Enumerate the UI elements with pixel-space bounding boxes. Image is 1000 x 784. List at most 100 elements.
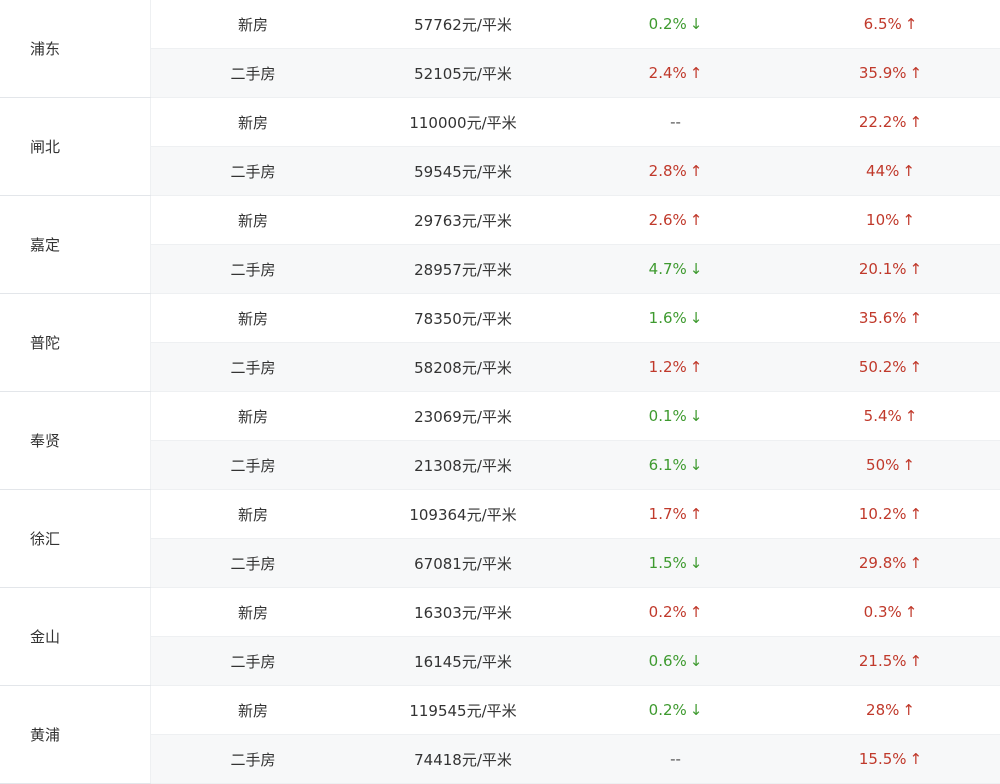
yoy-change-cell: 6.5%↑ xyxy=(781,0,1000,49)
yoy-change-cell: 10.2%↑ xyxy=(781,490,1000,539)
district-cell: 嘉定 xyxy=(0,196,150,294)
table-row: 二手房21308元/平米6.1%↓50%↑ xyxy=(0,441,1000,490)
housing-type-cell: 新房 xyxy=(150,294,356,343)
table-row: 二手房59545元/平米2.8%↑44%↑ xyxy=(0,147,1000,196)
arrow-up-icon: ↑ xyxy=(902,701,915,719)
yoy-change-value: 35.9% xyxy=(859,64,907,82)
table-row: 二手房16145元/平米0.6%↓21.5%↑ xyxy=(0,637,1000,686)
mom-change-value: 2.8% xyxy=(649,162,687,180)
mom-change-cell: 0.2%↓ xyxy=(571,0,781,49)
arrow-up-icon: ↑ xyxy=(690,358,703,376)
arrow-up-icon: ↑ xyxy=(910,505,923,523)
mom-change-cell: 1.2%↑ xyxy=(571,343,781,392)
mom-change-cell: 4.7%↓ xyxy=(571,245,781,294)
table-row: 奉贤新房23069元/平米0.1%↓5.4%↑ xyxy=(0,392,1000,441)
arrow-up-icon: ↑ xyxy=(690,211,703,229)
table-row: 二手房52105元/平米2.4%↑35.9%↑ xyxy=(0,49,1000,98)
mom-change-cell: 0.1%↓ xyxy=(571,392,781,441)
arrow-down-icon: ↓ xyxy=(690,701,703,719)
mom-change-value: 1.5% xyxy=(649,554,687,572)
yoy-change-value: 20.1% xyxy=(859,260,907,278)
mom-change-value: 0.2% xyxy=(649,701,687,719)
price-cell: 58208元/平米 xyxy=(356,343,571,392)
district-cell: 金山 xyxy=(0,588,150,686)
price-cell: 109364元/平米 xyxy=(356,490,571,539)
housing-type-cell: 新房 xyxy=(150,588,356,637)
price-cell: 110000元/平米 xyxy=(356,98,571,147)
housing-type-cell: 新房 xyxy=(150,98,356,147)
table-row: 浦东新房57762元/平米0.2%↓6.5%↑ xyxy=(0,0,1000,49)
table-row: 嘉定新房29763元/平米2.6%↑10%↑ xyxy=(0,196,1000,245)
arrow-up-icon: ↑ xyxy=(910,652,923,670)
arrow-up-icon: ↑ xyxy=(910,113,923,131)
yoy-change-value: 22.2% xyxy=(859,113,907,131)
arrow-up-icon: ↑ xyxy=(905,15,918,33)
housing-type-cell: 二手房 xyxy=(150,441,356,490)
arrow-up-icon: ↑ xyxy=(905,407,918,425)
table-row: 徐汇新房109364元/平米1.7%↑10.2%↑ xyxy=(0,490,1000,539)
housing-type-cell: 二手房 xyxy=(150,245,356,294)
mom-change-cell: 0.2%↓ xyxy=(571,686,781,735)
housing-type-cell: 二手房 xyxy=(150,637,356,686)
mom-change-cell: 0.6%↓ xyxy=(571,637,781,686)
yoy-change-cell: 28%↑ xyxy=(781,686,1000,735)
mom-change-value: 1.2% xyxy=(649,358,687,376)
arrow-down-icon: ↓ xyxy=(690,309,703,327)
yoy-change-cell: 29.8%↑ xyxy=(781,539,1000,588)
arrow-down-icon: ↓ xyxy=(690,260,703,278)
price-cell: 28957元/平米 xyxy=(356,245,571,294)
housing-type-cell: 新房 xyxy=(150,686,356,735)
district-cell: 徐汇 xyxy=(0,490,150,588)
mom-change-value: 0.1% xyxy=(649,407,687,425)
arrow-up-icon: ↑ xyxy=(910,309,923,327)
table-row: 闸北新房110000元/平米--22.2%↑ xyxy=(0,98,1000,147)
housing-type-cell: 二手房 xyxy=(150,147,356,196)
mom-change-value: 6.1% xyxy=(649,456,687,474)
yoy-change-value: 50% xyxy=(866,456,899,474)
yoy-change-value: 35.6% xyxy=(859,309,907,327)
table-row: 二手房58208元/平米1.2%↑ 50.2% ↑ xyxy=(0,343,1000,392)
arrow-down-icon: ↓ xyxy=(690,652,703,670)
housing-type-cell: 新房 xyxy=(150,0,356,49)
arrow-up-icon: ↑ xyxy=(902,456,915,474)
arrow-up-icon: ↑ xyxy=(905,603,918,621)
yoy-change-cell: 21.5%↑ xyxy=(781,637,1000,686)
arrow-up-icon: ↑ xyxy=(690,162,703,180)
housing-type-cell: 新房 xyxy=(150,490,356,539)
price-cell: 23069元/平米 xyxy=(356,392,571,441)
mom-change-cell: 1.7%↑ xyxy=(571,490,781,539)
yoy-change-cell: 35.9%↑ xyxy=(781,49,1000,98)
district-cell: 黄浦 xyxy=(0,686,150,784)
arrow-up-icon: ↑ xyxy=(910,554,923,572)
arrow-down-icon: ↓ xyxy=(690,15,703,33)
yoy-change-cell: 15.5%↑ xyxy=(781,735,1000,784)
mom-change-value: 0.2% xyxy=(649,603,687,621)
housing-type-cell: 二手房 xyxy=(150,49,356,98)
arrow-up-icon: ↑ xyxy=(910,64,923,82)
arrow-up-icon: ↑ xyxy=(902,211,915,229)
yoy-change-value: 44% xyxy=(866,162,899,180)
price-cell: 67081元/平米 xyxy=(356,539,571,588)
yoy-change-value: 21.5% xyxy=(859,652,907,670)
arrow-up-icon: ↑ xyxy=(910,750,923,768)
table-row: 普陀新房78350元/平米1.6%↓35.6%↑ xyxy=(0,294,1000,343)
housing-price-table: 浦东新房57762元/平米0.2%↓6.5%↑二手房52105元/平米2.4%↑… xyxy=(0,0,1000,784)
yoy-change-value: 28% xyxy=(866,701,899,719)
yoy-change-cell: 35.6%↑ xyxy=(781,294,1000,343)
housing-type-cell: 二手房 xyxy=(150,343,356,392)
arrow-up-icon: ↑ xyxy=(690,64,703,82)
price-cell: 74418元/平米 xyxy=(356,735,571,784)
housing-type-cell: 新房 xyxy=(150,392,356,441)
arrow-up-icon: ↑ xyxy=(910,260,923,278)
table-row: 黄浦新房119545元/平米0.2%↓28%↑ xyxy=(0,686,1000,735)
arrow-up-icon: ↑ xyxy=(690,603,703,621)
yoy-change-value: 10.2% xyxy=(859,505,907,523)
mom-change-value: -- xyxy=(670,113,681,131)
yoy-change-cell: 22.2%↑ xyxy=(781,98,1000,147)
yoy-change-cell: 20.1%↑ xyxy=(781,245,1000,294)
mom-change-cell: 2.6%↑ xyxy=(571,196,781,245)
yoy-change-cell: 10%↑ xyxy=(781,196,1000,245)
mom-change-value: 2.6% xyxy=(649,211,687,229)
mom-change-value: 0.6% xyxy=(649,652,687,670)
yoy-change-value: 50.2% xyxy=(859,358,907,376)
